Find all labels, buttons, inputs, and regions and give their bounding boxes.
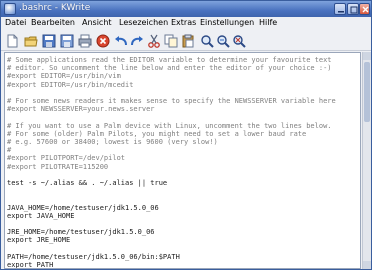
editor-line: #export PILOTPORT=/dev/pilot	[7, 154, 126, 163]
app-icon[interactable]	[4, 3, 16, 15]
menu-lesezeichen[interactable]: Lesezeichen	[119, 18, 168, 27]
kwrite-window: .bashrc - KWrite Datei Bearbeiten Ansich…	[0, 0, 372, 270]
editor-line: # editor. So uncomment the line below an…	[7, 64, 332, 73]
menu-ansicht[interactable]: Ansicht	[82, 18, 112, 27]
editor-line: export PATH	[7, 261, 54, 269]
menu-einstellungen[interactable]: Einstellungen	[200, 18, 254, 27]
copy-icon[interactable]	[164, 34, 178, 48]
close-button[interactable]	[359, 3, 370, 15]
editor-line: export JRE_HOME	[7, 236, 71, 245]
save-as-icon[interactable]	[60, 34, 74, 48]
scroll-thumb[interactable]	[364, 62, 370, 122]
undo-icon[interactable]	[114, 34, 128, 48]
editor-line: JRE_HOME=/home/testuser/jdk1.5.0_06	[7, 228, 155, 237]
editor-line: #export EDITOR=/usr/bin/vim	[7, 72, 121, 81]
maximize-button[interactable]	[347, 3, 359, 15]
print-icon[interactable]	[78, 34, 92, 48]
editor-line: #export NEWSSERVER=your.news.server	[7, 105, 155, 114]
editor-line: # For some news readers it makes sense t…	[7, 97, 336, 105]
scroll-down-button[interactable]	[363, 261, 371, 269]
find-next-icon[interactable]	[216, 34, 230, 48]
title-bar[interactable]: .bashrc - KWrite	[1, 1, 371, 17]
find-icon[interactable]	[200, 34, 214, 48]
editor-line: export JAVA_HOME	[7, 211, 75, 220]
scroll-up-button[interactable]	[363, 52, 371, 60]
editor-line: # If you want to use a Palm device with …	[7, 121, 332, 130]
open-folder-icon[interactable]	[24, 34, 38, 48]
menu-datei[interactable]: Datei	[5, 18, 26, 27]
editor-line: #export EDITOR=/usr/bin/mcedit	[7, 80, 134, 89]
vertical-scrollbar[interactable]	[362, 52, 371, 269]
editor-line: # For some (older) Palm Pilots, you migh…	[7, 129, 307, 138]
paste-icon[interactable]	[181, 34, 195, 48]
editor-line: test -s ~/.alias && . ~/.alias || true	[7, 179, 168, 187]
cut-icon[interactable]	[147, 34, 161, 48]
menu-hilfe[interactable]: Hilfe	[259, 18, 277, 27]
window-title: .bashrc - KWrite	[19, 3, 91, 13]
save-icon[interactable]	[42, 34, 56, 48]
menu-bar: Datei Bearbeiten Ansicht Lesezeichen Ext…	[1, 17, 371, 31]
text-editor-area[interactable]: # Some applications read the EDITOR vari…	[4, 52, 361, 269]
editor-line: JAVA_HOME=/home/testuser/jdk1.5.0_06	[7, 203, 159, 212]
editor-line: PATH=/home/testuser/jdk1.5.0_06/bin:$PAT…	[7, 252, 180, 261]
toolbar	[1, 31, 371, 51]
new-document-icon[interactable]	[5, 34, 19, 48]
minimize-button[interactable]	[334, 3, 346, 15]
editor-line: #export PILOTRATE=115200	[7, 162, 109, 171]
editor-line: # Some applications read the EDITOR vari…	[7, 56, 332, 64]
menu-extras[interactable]: Extras	[171, 18, 196, 27]
replace-icon[interactable]	[232, 34, 246, 48]
menu-bearbeiten[interactable]: Bearbeiten	[31, 18, 75, 27]
redo-icon[interactable]	[130, 34, 144, 48]
close-document-icon[interactable]	[96, 34, 110, 48]
editor-line: # e.g. 57600 or 38400; lowest is 9600 (v…	[7, 138, 218, 146]
editor-line: #	[7, 146, 12, 155]
